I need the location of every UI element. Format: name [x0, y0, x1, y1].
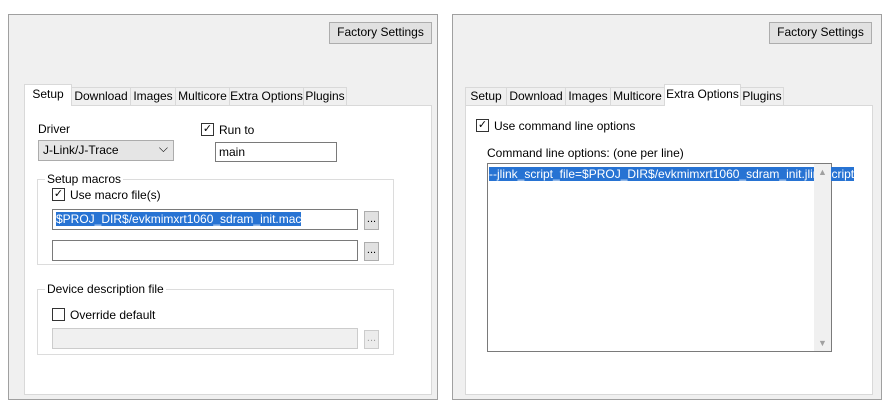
browse-macro-2-button[interactable]: ... [364, 242, 379, 261]
tab-download[interactable]: Download [506, 87, 566, 106]
scroll-up-icon[interactable]: ▲ [814, 167, 831, 177]
browse-device-file-button: ... [364, 330, 379, 349]
use-command-line-checkbox[interactable]: ✓ [476, 119, 489, 132]
driver-value: J-Link/J-Trace [43, 143, 119, 157]
tab-setup[interactable]: Setup [465, 87, 507, 106]
chevron-down-icon: ⌵ [158, 141, 168, 155]
run-to-checkbox[interactable]: ✓ [201, 123, 214, 136]
factory-settings-button[interactable]: Factory Settings [769, 22, 872, 44]
setup-macros-title: Setup macros [45, 172, 124, 186]
right-options-panel: Factory Settings Setup Download Images M… [452, 14, 882, 400]
command-line-textarea[interactable]: --jlink_script_file=$PROJ_DIR$/evkmimxrt… [487, 163, 855, 352]
factory-settings-button[interactable]: Factory Settings [329, 22, 432, 44]
tab-download[interactable]: Download [71, 87, 131, 106]
tab-extra-options[interactable]: Extra Options [664, 84, 741, 106]
macro-file-input-2[interactable] [52, 240, 358, 261]
browse-macro-1-button[interactable]: ... [364, 211, 379, 230]
driver-select[interactable]: J-Link/J-Trace ⌵ [38, 140, 174, 161]
macro-file-input-1[interactable]: $PROJ_DIR$/evkmimxrt1060_sdram_init.mac [52, 209, 358, 230]
command-line-text: --jlink_script_file=$PROJ_DIR$/evkmimxrt… [489, 167, 855, 181]
tab-extra-options[interactable]: Extra Options [229, 87, 304, 106]
tab-images[interactable]: Images [130, 87, 176, 106]
left-options-panel: Factory Settings Download Images Multico… [8, 14, 438, 400]
tab-plugins[interactable]: Plugins [740, 87, 784, 106]
device-description-title: Device description file [45, 282, 166, 296]
macro-file-1-text: $PROJ_DIR$/evkmimxrt1060_sdram_init.mac [56, 212, 302, 226]
vertical-scrollbar[interactable]: ▲ ▼ [814, 164, 831, 351]
override-default-checkbox[interactable] [52, 308, 65, 321]
extra-options-tab-page: ✓ Use command line options Command line … [465, 105, 873, 395]
tab-multicore[interactable]: Multicore [610, 87, 665, 106]
tab-setup[interactable]: Setup [24, 84, 72, 106]
tab-multicore[interactable]: Multicore [175, 87, 230, 106]
run-to-input[interactable]: main [215, 142, 337, 162]
use-macro-label: Use macro file(s) [70, 188, 161, 202]
run-to-label: Run to [219, 123, 255, 137]
driver-label: Driver [38, 122, 70, 136]
tab-plugins[interactable]: Plugins [303, 87, 347, 106]
tab-images[interactable]: Images [565, 87, 611, 106]
use-command-line-label: Use command line options [494, 119, 636, 133]
scroll-down-icon[interactable]: ▼ [814, 338, 831, 348]
use-macro-checkbox[interactable]: ✓ [52, 188, 65, 201]
setup-tab-page: Driver J-Link/J-Trace ⌵ ✓ Run to main Se… [24, 105, 432, 395]
device-file-input [52, 328, 358, 349]
command-line-options-label: Command line options: (one per line) [487, 146, 684, 160]
override-default-label: Override default [70, 308, 156, 322]
